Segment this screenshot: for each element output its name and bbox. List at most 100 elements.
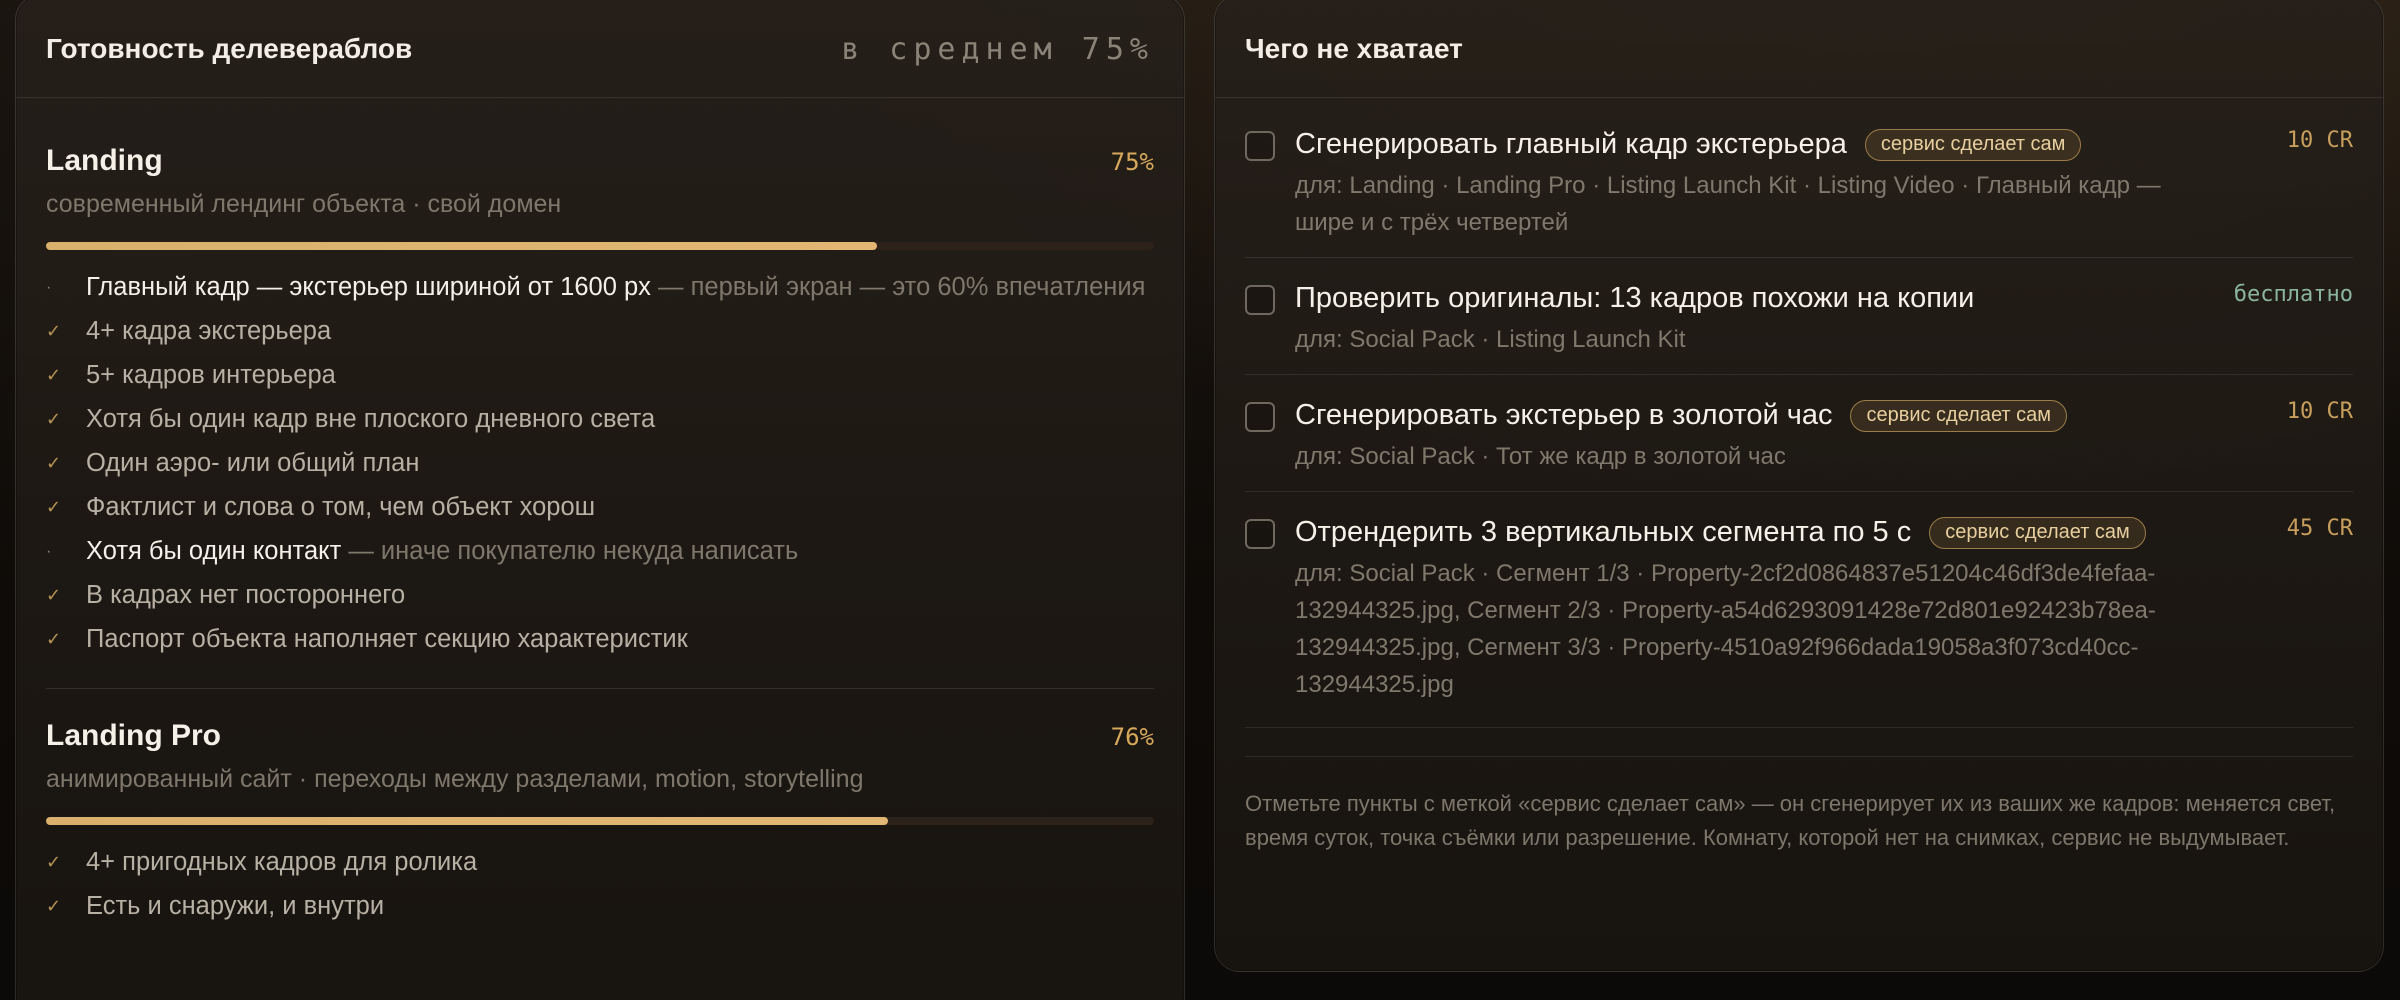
task-checkbox[interactable]: [1245, 402, 1275, 432]
task-checkbox[interactable]: [1245, 519, 1275, 549]
task-targets: для: Landing · Landing Pro · Listing Lau…: [1295, 172, 2161, 236]
deliverable-card: Landing Pro 76% анимированный сайт · пер…: [46, 688, 1154, 927]
requirement-label: Паспорт объекта наполняет секцию характе…: [86, 625, 688, 653]
requirement-text: 4+ пригодных кадров для ролика: [86, 844, 477, 881]
deliverable-header: Landing 75%: [46, 144, 1154, 178]
requirement-item: ✓ В кадрах нет постороннего: [46, 572, 1154, 616]
requirement-item: ✓ Хотя бы один кадр вне плоского дневног…: [46, 396, 1154, 440]
deliverable-percent: 75%: [1110, 148, 1154, 176]
task-checkbox[interactable]: [1245, 131, 1275, 161]
task-title-row: Отрендерить 3 вертикальных сегмента по 5…: [1295, 516, 2203, 549]
deliverable-name: Landing Pro: [46, 719, 221, 752]
requirement-hint: — первый экран — это 60% впечатления: [650, 273, 1146, 301]
requirement-text: Фактлист и слова о том, чем объект хорош: [86, 489, 595, 526]
requirement-item: ✓ 4+ кадра экстерьера: [46, 308, 1154, 352]
bullet-icon: ·: [46, 543, 52, 560]
deliverable-name: Landing: [46, 144, 163, 177]
requirement-text: В кадрах нет постороннего: [86, 577, 405, 614]
panel-title: Чего не хватает: [1245, 33, 1463, 64]
deliverables-readiness-panel: Готовность делевераблов в среднем 75% La…: [15, 0, 1185, 1000]
requirement-item: · Хотя бы один контакт — иначе покупател…: [46, 528, 1154, 572]
requirement-text: 4+ кадра экстерьера: [86, 313, 331, 350]
footnote: Отметьте пункты с меткой «сервис сделает…: [1245, 791, 2336, 850]
auto-service-badge: сервис сделает сам: [1850, 399, 2068, 432]
task-title-row: Сгенерировать главный кадр экстерьера се…: [1295, 128, 2203, 161]
requirement-text: Один аэро- или общий план: [86, 445, 419, 482]
bullet-icon: ·: [46, 279, 52, 296]
check-icon: ✓: [46, 629, 62, 649]
task-body: Сгенерировать экстерьер в золотой час се…: [1295, 399, 2353, 475]
app-stage: Готовность делевераблов в среднем 75% La…: [0, 0, 2400, 1000]
requirement-label: Есть и снаружи, и внутри: [86, 892, 385, 920]
requirement-hint: — иначе покупателю некуда написать: [341, 537, 799, 565]
task-cost: 10 CR: [2286, 399, 2353, 424]
requirement-label: 5+ кадров интерьера: [86, 361, 336, 389]
task-row: Отрендерить 3 вертикальных сегмента по 5…: [1245, 492, 2353, 728]
task-cost: бесплатно: [2233, 282, 2353, 307]
requirement-text: 5+ кадров интерьера: [86, 357, 336, 394]
task-title-row: Сгенерировать экстерьер в золотой час се…: [1295, 399, 2203, 432]
requirement-label: Фактлист и слова о том, чем объект хорош: [86, 493, 596, 521]
requirement-text: Есть и снаружи, и внутри: [86, 888, 384, 925]
deliverable-subtitle: современный лендинг объекта · свой домен: [46, 190, 562, 218]
task-title: Отрендерить 3 вертикальных сегмента по 5…: [1295, 516, 1912, 548]
task-body: Сгенерировать главный кадр экстерьера се…: [1295, 128, 2353, 241]
panel-header: Чего не хватает: [1215, 0, 2383, 98]
requirement-list: ✓ 4+ пригодных кадров для ролика ✓ Есть …: [46, 839, 1154, 927]
task-list: Сгенерировать главный кадр экстерьера се…: [1245, 98, 2353, 728]
requirement-list: · Главный кадр — экстерьер шириной от 16…: [46, 264, 1154, 660]
check-icon: ✓: [46, 497, 62, 517]
task-targets: для: Social Pack · Тот же кадр в золотой…: [1295, 443, 1786, 470]
task-title: Проверить оригиналы: 13 кадров похожи на…: [1295, 282, 1975, 314]
deliverable-subtitle: анимированный сайт · переходы между разд…: [46, 765, 864, 793]
requirement-item: ✓ Фактлист и слова о том, чем объект хор…: [46, 484, 1154, 528]
progress-bar: [46, 817, 1154, 825]
average-readiness: в среднем 75%: [841, 31, 1154, 67]
requirement-item: ✓ Есть и снаружи, и внутри: [46, 883, 1154, 927]
check-icon: ✓: [46, 852, 62, 872]
requirement-item: ✓ Паспорт объекта наполняет секцию харак…: [46, 616, 1154, 660]
task-targets: для: Social Pack · Сегмент 1/3 · Propert…: [1295, 560, 2156, 698]
requirement-label: Главный кадр — экстерьер шириной от 1600…: [86, 273, 651, 301]
panel-header: Готовность делевераблов в среднем 75%: [16, 0, 1184, 98]
check-icon: ✓: [46, 896, 62, 916]
requirement-label: Один аэро- или общий план: [86, 449, 420, 477]
requirement-text: Главный кадр — экстерьер шириной от 1600…: [86, 269, 1145, 306]
requirement-item: ✓ 5+ кадров интерьера: [46, 352, 1154, 396]
task-title-row: Проверить оригиналы: 13 кадров похожи на…: [1295, 282, 2203, 315]
auto-service-badge: сервис сделает сам: [1864, 128, 2082, 161]
requirement-text: Паспорт объекта наполняет секцию характе…: [86, 621, 688, 658]
requirement-label: Хотя бы один кадр вне плоского дневного …: [86, 405, 656, 433]
deliverables-list: Landing 75% современный лендинг объекта …: [16, 98, 1184, 927]
requirement-label: Хотя бы один контакт: [86, 537, 342, 565]
deliverable-percent: 76%: [1110, 723, 1154, 751]
requirement-item: ✓ Один аэро- или общий план: [46, 440, 1154, 484]
check-icon: ✓: [46, 365, 62, 385]
task-targets: для: Social Pack · Listing Launch Kit: [1295, 326, 1686, 353]
check-icon: ✓: [46, 453, 62, 473]
requirement-label: В кадрах нет постороннего: [86, 581, 406, 609]
check-icon: ✓: [46, 321, 62, 341]
task-row: Проверить оригиналы: 13 кадров похожи на…: [1245, 258, 2353, 375]
task-cost: 45 CR: [2286, 516, 2353, 541]
task-title: Сгенерировать экстерьер в золотой час: [1295, 399, 1833, 431]
task-row: Сгенерировать главный кадр экстерьера се…: [1245, 98, 2353, 258]
task-title: Сгенерировать главный кадр экстерьера: [1295, 128, 1847, 160]
deliverable-card: Landing 75% современный лендинг объекта …: [46, 98, 1154, 660]
check-icon: ✓: [46, 585, 62, 605]
task-row: Сгенерировать экстерьер в золотой час се…: [1245, 375, 2353, 492]
check-icon: ✓: [46, 409, 62, 429]
task-checkbox[interactable]: [1245, 285, 1275, 315]
progress-bar: [46, 242, 1154, 250]
requirement-item: ✓ 4+ пригодных кадров для ролика: [46, 839, 1154, 883]
requirement-label: 4+ пригодных кадров для ролика: [86, 848, 478, 876]
deliverable-header: Landing Pro 76%: [46, 719, 1154, 753]
missing-items-panel: Чего не хватает Сгенерировать главный ка…: [1214, 0, 2384, 972]
task-body: Отрендерить 3 вертикальных сегмента по 5…: [1295, 516, 2353, 703]
requirement-item: · Главный кадр — экстерьер шириной от 16…: [46, 264, 1154, 308]
progress-bar-fill: [46, 242, 877, 250]
progress-bar-fill: [46, 817, 889, 825]
task-cost: 10 CR: [2286, 128, 2353, 153]
task-body: Проверить оригиналы: 13 кадров похожи на…: [1295, 282, 2353, 358]
requirement-label: 4+ кадра экстерьера: [86, 317, 332, 345]
